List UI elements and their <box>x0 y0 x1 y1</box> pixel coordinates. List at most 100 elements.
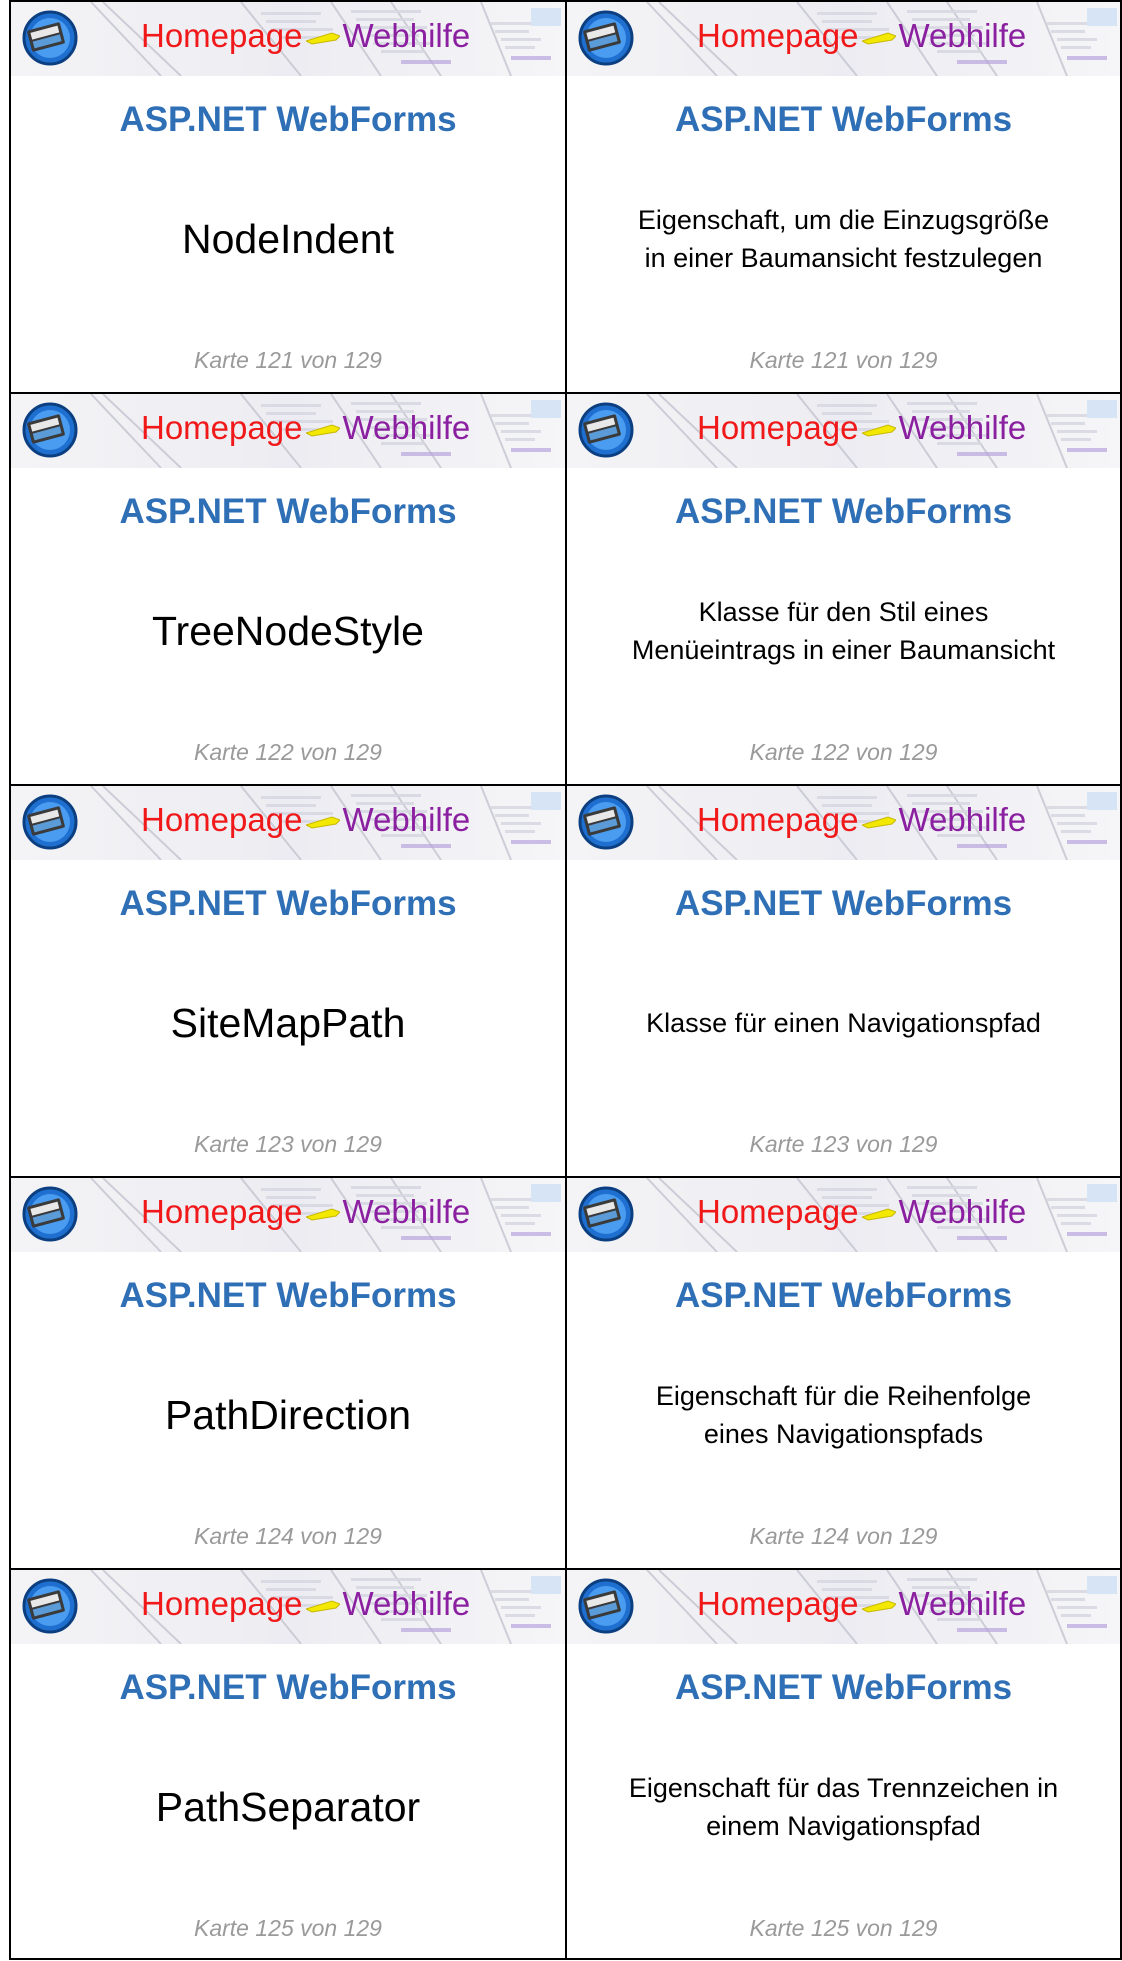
banner: Homepage Webhilfe <box>11 394 565 468</box>
banner-homepage: Homepage <box>141 1585 303 1622</box>
arrow-icon <box>306 1208 341 1221</box>
banner-title: Homepage Webhilfe <box>697 408 1026 448</box>
banner-title: Homepage Webhilfe <box>697 16 1026 56</box>
card-description-line: Eigenschaft, um die Einzugsgröße <box>637 205 1050 235</box>
card-description-line: einem Navigationspfad <box>706 1811 981 1841</box>
card-heading: ASP.NET WebForms <box>674 492 1013 531</box>
card-heading: ASP.NET WebForms <box>674 884 1013 923</box>
banner-title: Homepage Webhilfe <box>697 1192 1026 1232</box>
card-description: Eigenschaft für die Reihenfolge eines Nav… <box>579 1360 1108 1470</box>
banner-webhilfe: Webhilfe <box>342 17 471 54</box>
banner-title: Homepage Webhilfe <box>697 800 1026 840</box>
logo-icon <box>578 1186 634 1242</box>
card-term: TreeNodeStyle <box>152 608 424 654</box>
banner: Homepage Webhilfe <box>567 1570 1120 1644</box>
banner-homepage: Homepage <box>697 1193 859 1230</box>
card-heading: ASP.NET WebForms <box>119 492 457 531</box>
banner-homepage: Homepage <box>697 801 859 838</box>
banner: Homepage Webhilfe <box>567 1178 1120 1252</box>
flashcard-back: Homepage Webhilfe ASP.NET WebForms Klasse f… <box>565 392 1122 784</box>
flashcard-sheet: Homepage Webhilfe ASP.NET WebForms NodeInde… <box>9 0 1122 1961</box>
banner-webhilfe: Webhilfe <box>342 409 471 446</box>
banner-title: Homepage Webhilfe <box>141 800 470 840</box>
banner-webhilfe: Webhilfe <box>342 1585 471 1622</box>
banner-title: Homepage Webhilfe <box>141 16 470 56</box>
card-description: Eigenschaft, um die Einzugsgröße in einer… <box>579 184 1108 294</box>
card-description-line: Menüeintrags in einer Baumansicht <box>631 635 1056 665</box>
card-description-line: Eigenschaft für die Reihenfolge <box>655 1381 1032 1411</box>
banner-title: Homepage Webhilfe <box>141 408 470 448</box>
banner-title: Homepage Webhilfe <box>141 1192 470 1232</box>
banner-title: Homepage Webhilfe <box>141 1584 470 1624</box>
card-counter: Karte 122 von 129 <box>749 739 938 765</box>
logo-icon <box>22 794 78 850</box>
card-heading: ASP.NET WebForms <box>119 100 457 139</box>
banner-webhilfe: Webhilfe <box>898 801 1027 838</box>
card-description: Klasse für einen Navigationspfad <box>579 968 1108 1078</box>
card-description: Klasse für den Stil eines Menüeintrags in… <box>579 576 1108 686</box>
card-heading: ASP.NET WebForms <box>674 1276 1013 1315</box>
arrow-icon <box>862 1208 897 1221</box>
card-description-line: Klasse für den Stil eines <box>698 597 989 627</box>
flashcard-back: Homepage Webhilfe ASP.NET WebForms Eigensch… <box>565 0 1122 392</box>
arrow-icon <box>862 1600 897 1613</box>
card-heading: ASP.NET WebForms <box>119 1276 457 1315</box>
card-term: NodeIndent <box>181 216 394 262</box>
banner-webhilfe: Webhilfe <box>342 801 471 838</box>
arrow-icon <box>862 424 897 437</box>
banner: Homepage Webhilfe <box>567 394 1120 468</box>
card-description-line: in einer Baumansicht festzulegen <box>644 243 1043 273</box>
card-counter: Karte 125 von 129 <box>749 1915 938 1941</box>
banner-webhilfe: Webhilfe <box>898 1585 1027 1622</box>
banner: Homepage Webhilfe <box>11 786 565 860</box>
card-counter: Karte 124 von 129 <box>194 1523 382 1549</box>
banner-webhilfe: Webhilfe <box>898 1193 1027 1230</box>
banner-title: Homepage Webhilfe <box>697 1584 1026 1624</box>
banner-homepage: Homepage <box>697 17 859 54</box>
flashcard-front: Homepage Webhilfe ASP.NET WebForms PathDire… <box>9 1176 565 1568</box>
logo-icon <box>22 1578 78 1634</box>
banner-webhilfe: Webhilfe <box>342 1193 471 1230</box>
banner: Homepage Webhilfe <box>11 1570 565 1644</box>
arrow-icon <box>306 32 341 45</box>
banner: Homepage Webhilfe <box>11 2 565 76</box>
card-description-line: Klasse für einen Navigationspfad <box>646 1008 1041 1038</box>
banner: Homepage Webhilfe <box>567 2 1120 76</box>
card-counter: Karte 122 von 129 <box>194 739 382 765</box>
arrow-icon <box>306 1600 341 1613</box>
banner-homepage: Homepage <box>697 409 859 446</box>
logo-icon <box>578 402 634 458</box>
card-counter: Karte 123 von 129 <box>194 1131 382 1157</box>
card-heading: ASP.NET WebForms <box>119 1668 457 1707</box>
logo-icon <box>578 794 634 850</box>
card-counter: Karte 124 von 129 <box>749 1523 938 1549</box>
card-description-line: Eigenschaft für das Trennzeichen in <box>628 1773 1059 1803</box>
logo-icon <box>22 10 78 66</box>
card-description-line: eines Navigationspfads <box>703 1419 984 1449</box>
banner-homepage: Homepage <box>141 17 303 54</box>
banner-homepage: Homepage <box>141 409 303 446</box>
card-counter: Karte 121 von 129 <box>749 347 938 373</box>
banner: Homepage Webhilfe <box>567 786 1120 860</box>
arrow-icon <box>862 32 897 45</box>
card-counter: Karte 125 von 129 <box>194 1915 382 1941</box>
flashcard-front: Homepage Webhilfe ASP.NET WebForms NodeInde… <box>9 0 565 392</box>
flashcard-front: Homepage Webhilfe ASP.NET WebForms TreeNode… <box>9 392 565 784</box>
card-counter: Karte 123 von 129 <box>749 1131 938 1157</box>
card-description: Eigenschaft für das Trennzeichen in einem… <box>579 1752 1108 1862</box>
card-counter: Karte 121 von 129 <box>194 347 382 373</box>
banner-homepage: Homepage <box>697 1585 859 1622</box>
banner-webhilfe: Webhilfe <box>898 17 1027 54</box>
flashcard-back: Homepage Webhilfe ASP.NET WebForms Eigensch… <box>565 1176 1122 1568</box>
logo-icon <box>22 402 78 458</box>
banner-homepage: Homepage <box>141 1193 303 1230</box>
flashcard-back: Homepage Webhilfe ASP.NET WebForms Klasse f… <box>565 784 1122 1176</box>
banner-webhilfe: Webhilfe <box>898 409 1027 446</box>
card-term: PathDirection <box>164 1392 412 1438</box>
flashcard-back: Homepage Webhilfe ASP.NET WebForms Eigensch… <box>565 1568 1122 1960</box>
logo-icon <box>578 10 634 66</box>
arrow-icon <box>306 816 341 829</box>
card-term: PathSeparator <box>155 1784 421 1830</box>
banner-homepage: Homepage <box>141 801 303 838</box>
arrow-icon <box>862 816 897 829</box>
